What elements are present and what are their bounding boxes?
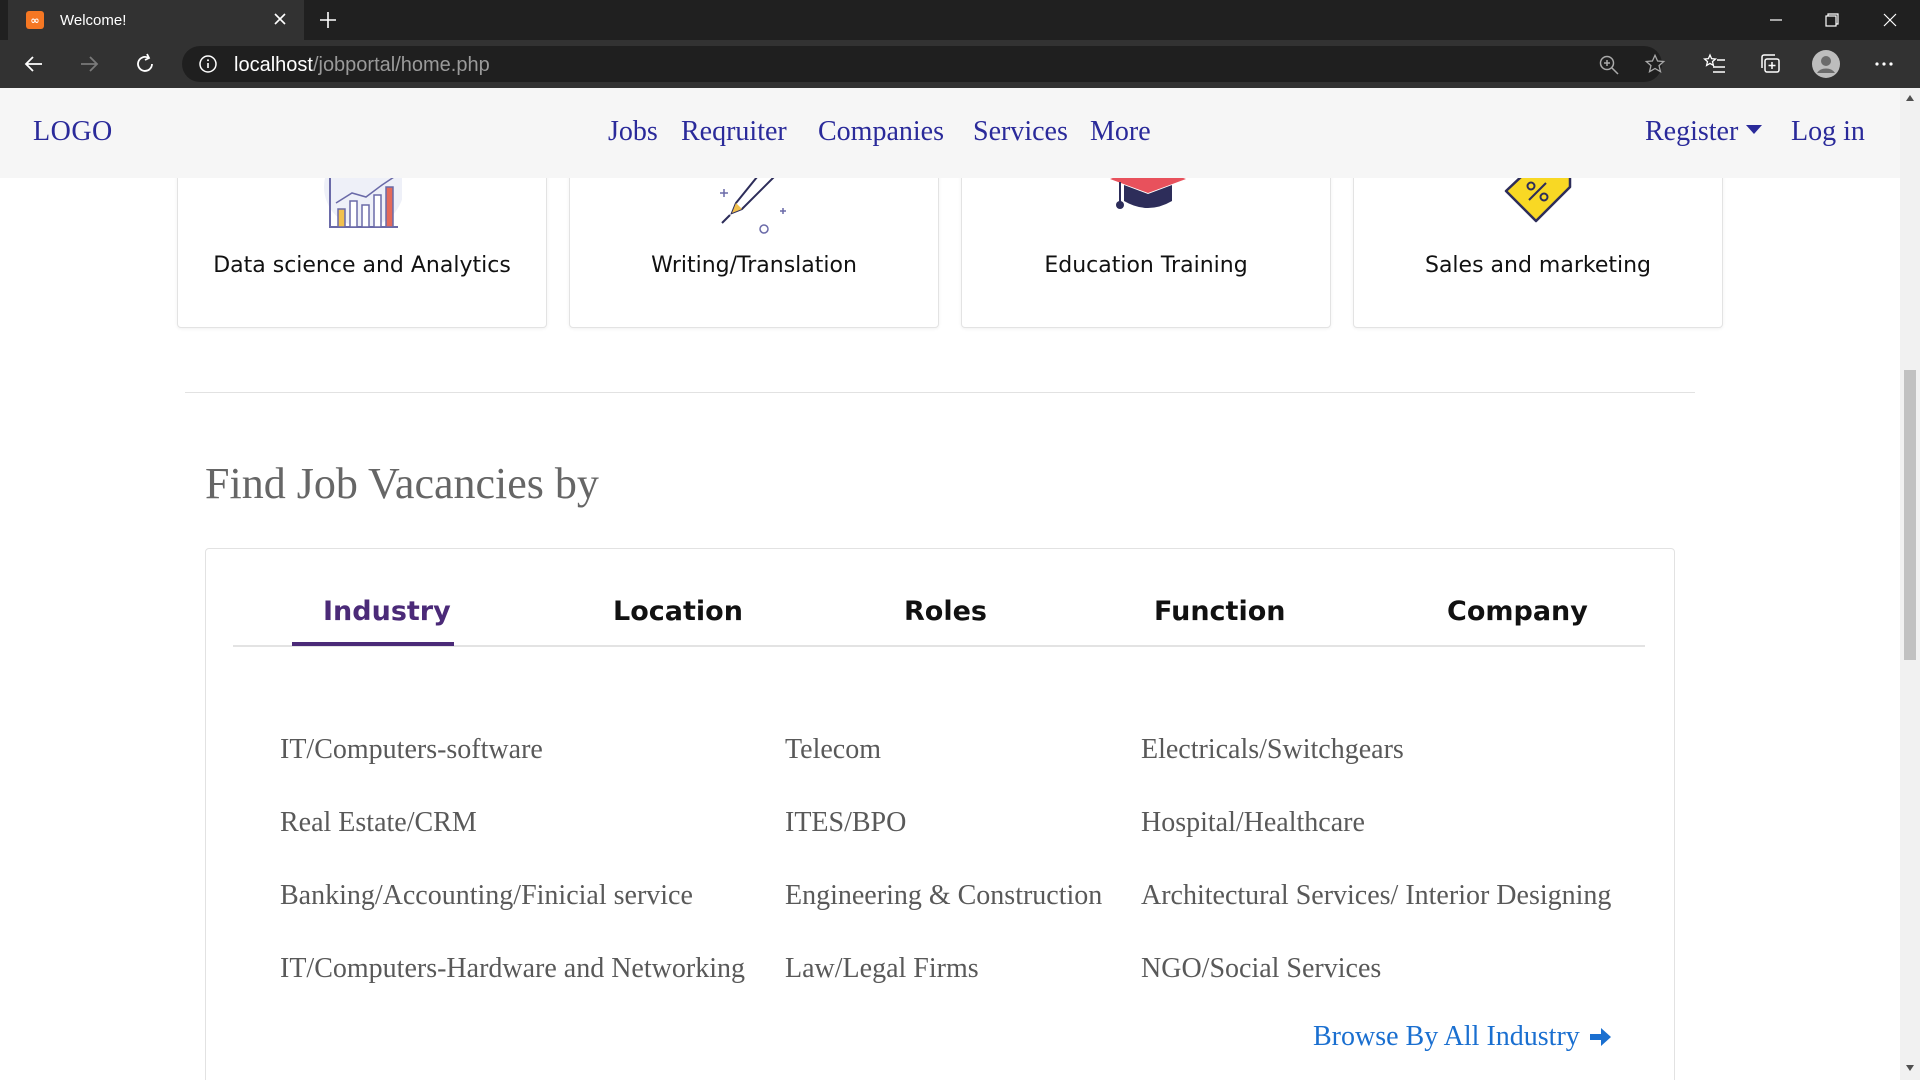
browse-all-label: Browse By All Industry [1313, 1021, 1580, 1052]
tab-industry[interactable]: Industry [323, 596, 451, 627]
close-tab-icon[interactable] [270, 9, 290, 29]
browser-toolbar: localhost/jobportal/home.php [0, 40, 1920, 88]
industry-link[interactable]: Engineering & Construction [785, 880, 1102, 912]
browser-tab[interactable]: ∞ Welcome! [8, 0, 304, 40]
nav-item-services[interactable]: Services [973, 116, 1068, 148]
industry-link[interactable]: Telecom [785, 734, 881, 766]
active-tab-underline [292, 642, 454, 646]
favorite-star-icon[interactable] [1644, 53, 1666, 75]
industry-link[interactable]: IT/Computers-software [280, 734, 543, 766]
industry-link[interactable]: Hospital/Healthcare [1141, 807, 1365, 839]
category-label: Sales and marketing [1424, 253, 1652, 278]
new-tab-icon[interactable] [316, 8, 340, 32]
nav-item-companies[interactable]: Companies [818, 116, 944, 148]
caret-down-icon [1746, 125, 1763, 135]
back-arrow-icon[interactable] [22, 52, 46, 76]
scroll-thumb[interactable] [1904, 370, 1916, 660]
login-link[interactable]: Log in [1791, 116, 1865, 148]
tab-function[interactable]: Function [1154, 596, 1285, 627]
browse-all-industry-link[interactable]: Browse By All Industry [1313, 1021, 1612, 1053]
favorites-list-icon[interactable] [1703, 52, 1727, 76]
section-title: Find Job Vacancies by [205, 459, 599, 508]
tab-location[interactable]: Location [613, 596, 743, 627]
industry-link[interactable]: Banking/Accounting/Finicial service [280, 880, 693, 912]
browser-tab-bar: ∞ Welcome! [0, 0, 1920, 40]
industry-link[interactable]: Electricals/Switchgears [1141, 734, 1404, 766]
scroll-down-icon[interactable] [1905, 1064, 1915, 1072]
restore-icon[interactable] [1804, 0, 1860, 40]
nav-item-recruiter[interactable]: Reqruiter [681, 116, 787, 148]
category-label: Data science and Analytics [213, 253, 511, 278]
register-label: Register [1645, 116, 1739, 147]
section-divider [185, 392, 1695, 393]
industry-link[interactable]: Architectural Services/ Interior Designi… [1141, 880, 1611, 912]
close-window-icon[interactable] [1862, 0, 1918, 40]
tab-roles[interactable]: Roles [904, 596, 987, 627]
tab-title: Welcome! [60, 11, 127, 29]
industry-link[interactable]: Real Estate/CRM [280, 807, 477, 839]
refresh-icon[interactable] [133, 52, 157, 76]
forward-arrow-icon[interactable] [77, 52, 101, 76]
industry-link[interactable]: IT/Computers-Hardware and Networking [280, 953, 745, 985]
industry-link[interactable]: Law/Legal Firms [785, 953, 979, 985]
zoom-icon[interactable] [1598, 54, 1620, 76]
tab-company[interactable]: Company [1447, 596, 1588, 627]
site-logo[interactable]: LOGO [33, 116, 113, 148]
page-scrollbar[interactable] [1900, 88, 1920, 1080]
scroll-up-icon[interactable] [1905, 94, 1915, 102]
category-label: Writing/Translation [651, 253, 857, 278]
arrow-right-icon [1589, 1028, 1611, 1046]
minimize-icon[interactable] [1748, 0, 1804, 40]
page-viewport: Data science and Analytics Writing/Trans… [0, 88, 1900, 1080]
collections-icon[interactable] [1759, 52, 1783, 76]
industry-link[interactable]: NGO/Social Services [1141, 953, 1381, 985]
nav-item-more[interactable]: More [1090, 116, 1151, 148]
category-label: Education Training [1044, 253, 1248, 278]
industry-link[interactable]: ITES/BPO [785, 807, 906, 839]
site-info-icon[interactable] [198, 54, 218, 74]
xampp-favicon-icon: ∞ [26, 11, 44, 29]
profile-avatar-icon[interactable] [1812, 50, 1840, 78]
address-bar[interactable]: localhost/jobportal/home.php [182, 46, 1666, 82]
url-text: localhost/jobportal/home.php [234, 54, 490, 76]
nav-item-jobs[interactable]: Jobs [608, 116, 658, 148]
more-menu-icon[interactable] [1872, 52, 1896, 76]
register-dropdown[interactable]: Register [1645, 116, 1763, 148]
site-navbar: LOGO Jobs Reqruiter Companies Services M… [0, 88, 1900, 178]
